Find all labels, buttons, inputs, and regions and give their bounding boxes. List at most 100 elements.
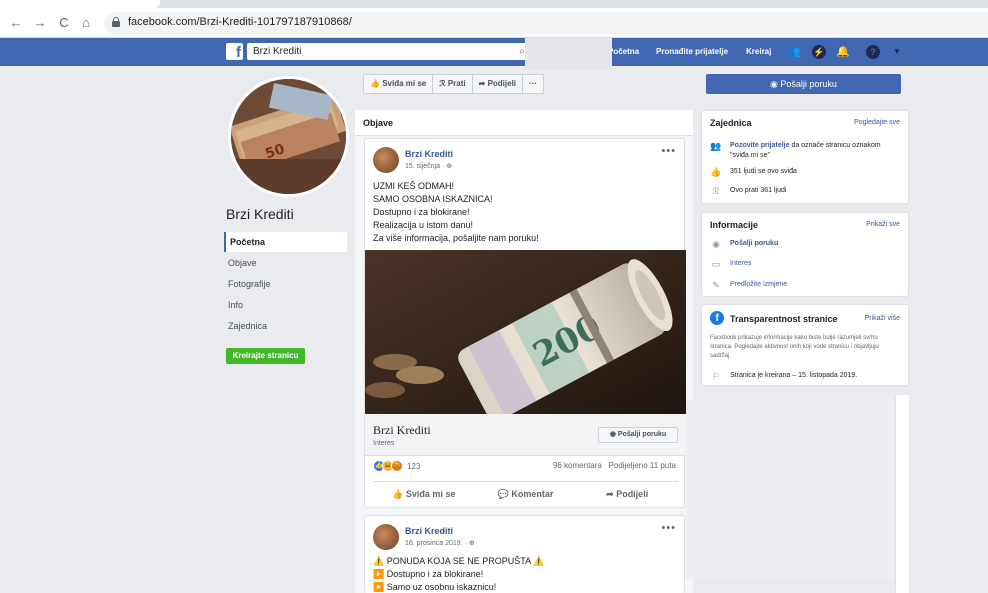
invite-friends-link[interactable]: Pozovite prijatelje bbox=[730, 142, 790, 149]
url-field[interactable]: facebook.com/Brzi-Krediti-10179718791086… bbox=[104, 12, 988, 34]
info-category-link[interactable]: Interes bbox=[730, 259, 900, 269]
post-comment-button[interactable]: 💬 Komentar bbox=[475, 482, 577, 507]
rss-icon: ℛ bbox=[712, 186, 720, 196]
facebook-header: f ⌕ Početna Pronađite prijatelje Kreiraj… bbox=[0, 38, 988, 66]
post-options-icon[interactable]: ••• bbox=[661, 145, 676, 157]
left-nav-info[interactable]: Info bbox=[224, 295, 347, 315]
share-arrow-icon: ➦ bbox=[478, 79, 488, 88]
comments-count[interactable]: 96 komentara bbox=[553, 461, 602, 470]
pencil-icon: ✎ bbox=[712, 280, 720, 290]
flag-icon: ⚐ bbox=[711, 371, 721, 381]
post-text-line: UZMI KEŠ ODMAH! bbox=[373, 181, 455, 191]
profile-picture[interactable]: 50 bbox=[228, 76, 349, 197]
post-share-button[interactable]: ➦ Podijeli bbox=[576, 482, 678, 507]
transparency-more-link[interactable]: Prikaži više bbox=[865, 315, 900, 322]
info-title: Informacije bbox=[710, 220, 759, 230]
transparency-card: f Transparentnost stranice Prikaži više … bbox=[701, 304, 909, 386]
friend-requests-icon[interactable]: 👥 bbox=[787, 45, 801, 59]
facebook-logo-icon[interactable]: f bbox=[226, 43, 243, 60]
nav-find-friends-link[interactable]: Pronađite prijatelje bbox=[656, 47, 728, 56]
post-date[interactable]: 16. prosinca 2019. · ⊕ bbox=[405, 539, 475, 547]
post-image-money-roll[interactable]: 200 bbox=[365, 250, 686, 414]
forward-icon[interactable]: → bbox=[32, 15, 48, 31]
shares-count[interactable]: Podijeljeno 11 puta bbox=[609, 461, 676, 470]
transparency-text: Facebook prikazuje informacije kako bist… bbox=[710, 335, 879, 359]
messenger-bubble-icon: ◉ bbox=[712, 239, 720, 249]
suggest-edits-link[interactable]: Predložite izmjene bbox=[730, 280, 900, 290]
community-title: Zajednica bbox=[710, 118, 752, 128]
post-author[interactable]: Brzi Krediti bbox=[405, 526, 453, 536]
messenger-icon[interactable]: ⚡ bbox=[812, 45, 826, 59]
create-page-button[interactable]: Kreirajte stranicu bbox=[226, 348, 305, 364]
post-text-line: ▶️ Samo uz osobnu iskaznicu! bbox=[373, 582, 497, 592]
post-author[interactable]: Brzi Krediti bbox=[405, 149, 453, 159]
reload-icon[interactable]: C bbox=[56, 15, 72, 31]
notifications-bell-icon[interactable]: 🔔 bbox=[836, 45, 850, 59]
browser-tab[interactable] bbox=[0, 0, 160, 8]
browser-tab-strip bbox=[0, 0, 988, 8]
thumbs-up-icon: 👍 bbox=[392, 489, 406, 499]
redacted-area bbox=[525, 38, 612, 70]
home-icon[interactable]: ⌂ bbox=[78, 15, 94, 31]
info-see-all-link[interactable]: Prikaži sve bbox=[866, 221, 900, 228]
share-page-button[interactable]: ➦ Podijeli bbox=[473, 75, 524, 93]
like-page-label: Sviđa mi se bbox=[382, 79, 427, 88]
link-send-message-button[interactable]: ◉ Pošalji poruku bbox=[598, 427, 678, 443]
send-message-button[interactable]: ◉ Pošalji poruku bbox=[706, 74, 901, 94]
post-like-button[interactable]: 👍 Sviđa mi se bbox=[373, 482, 475, 507]
left-nav-home[interactable]: Početna bbox=[224, 232, 347, 252]
post-date[interactable]: 15. siječnja · ⊕ bbox=[405, 162, 452, 170]
post-share-label: Podijeli bbox=[616, 489, 649, 499]
thumbs-up-icon: 👍 bbox=[370, 79, 383, 88]
post-action-bar: 👍 Sviđa mi se 💬 Komentar ➦ Podijeli bbox=[373, 481, 678, 507]
more-options-button[interactable]: ··· bbox=[523, 75, 543, 93]
posts-section-header: Objave bbox=[355, 110, 693, 136]
lock-icon bbox=[112, 17, 120, 27]
like-page-button[interactable]: 👍 Sviđa mi se bbox=[364, 75, 434, 93]
info-card: Informacije Prikaži sve ◉ Pošalji poruku… bbox=[701, 212, 909, 297]
post-stats: 96 komentara Podijeljeno 11 puta bbox=[553, 461, 676, 470]
post-text-line: Realizacija u istom danu! bbox=[373, 220, 474, 230]
nav-home-link[interactable]: Početna bbox=[608, 47, 639, 56]
back-icon[interactable]: ← bbox=[8, 15, 24, 31]
folder-icon: ▭ bbox=[711, 259, 721, 269]
page-name: Brzi Krediti bbox=[226, 206, 294, 222]
follow-label: Prati bbox=[447, 79, 466, 88]
post-text-line: Dostupno i za blokirane! bbox=[373, 207, 470, 217]
link-send-message-label: Pošalji poruku bbox=[617, 431, 667, 438]
link-title: Brzi Krediti bbox=[373, 423, 431, 437]
messenger-bubble-icon: ◉ bbox=[770, 79, 781, 89]
link-preview[interactable]: Brzi Krediti Interes ◉ Pošalji poruku bbox=[365, 414, 686, 456]
post-avatar[interactable] bbox=[373, 524, 399, 550]
page-action-row: 👍 Sviđa mi se ℛ Prati ➦ Podijeli ··· bbox=[363, 74, 545, 94]
messenger-bubble-icon: ◉ bbox=[609, 431, 618, 438]
facebook-circle-icon: f bbox=[710, 311, 724, 325]
account-menu-chevron-icon[interactable]: ▼ bbox=[890, 45, 904, 59]
left-nav-community[interactable]: Zajednica bbox=[224, 316, 347, 336]
rss-icon: ℛ bbox=[439, 79, 448, 88]
angry-reaction-icon: 😡 bbox=[391, 460, 403, 472]
post-text-line: ▶️ Dostupno i za blokirane! bbox=[373, 569, 484, 579]
follow-button[interactable]: ℛ Prati bbox=[433, 75, 473, 93]
reactions-summary[interactable]: 👍 😆 😡 123 bbox=[373, 459, 420, 473]
transparency-title: Transparentnost stranice bbox=[730, 314, 838, 324]
left-nav-posts[interactable]: Objave bbox=[224, 253, 347, 273]
left-nav-photos[interactable]: Fotografije bbox=[224, 274, 347, 294]
likes-count: 351 ljudi se ovo sviđa bbox=[730, 168, 797, 175]
follows-count: Ovo prati 361 ljudi bbox=[730, 187, 787, 194]
share-arrow-icon: ➦ bbox=[606, 489, 617, 499]
link-subtitle: Interes bbox=[373, 440, 395, 447]
page-created-text: Stranica je kreirana – 15. listopada 201… bbox=[730, 372, 858, 379]
post-card: Brzi Krediti 16. prosinca 2019. · ⊕ ••• … bbox=[364, 515, 685, 593]
url-text: facebook.com/Brzi-Krediti-10179718791086… bbox=[128, 16, 352, 28]
post-avatar[interactable] bbox=[373, 147, 399, 173]
nav-create-link[interactable]: Kreiraj bbox=[746, 47, 771, 56]
help-icon[interactable]: ? bbox=[866, 45, 880, 59]
reactions-count: 123 bbox=[407, 461, 421, 471]
community-see-all-link[interactable]: Pogledajte sve bbox=[854, 119, 900, 126]
search-input[interactable] bbox=[247, 43, 529, 60]
post-comment-label: Komentar bbox=[511, 489, 554, 499]
right-column-card bbox=[895, 395, 909, 593]
info-send-message-link[interactable]: Pošalji poruku bbox=[730, 239, 900, 249]
post-options-icon[interactable]: ••• bbox=[661, 522, 676, 534]
